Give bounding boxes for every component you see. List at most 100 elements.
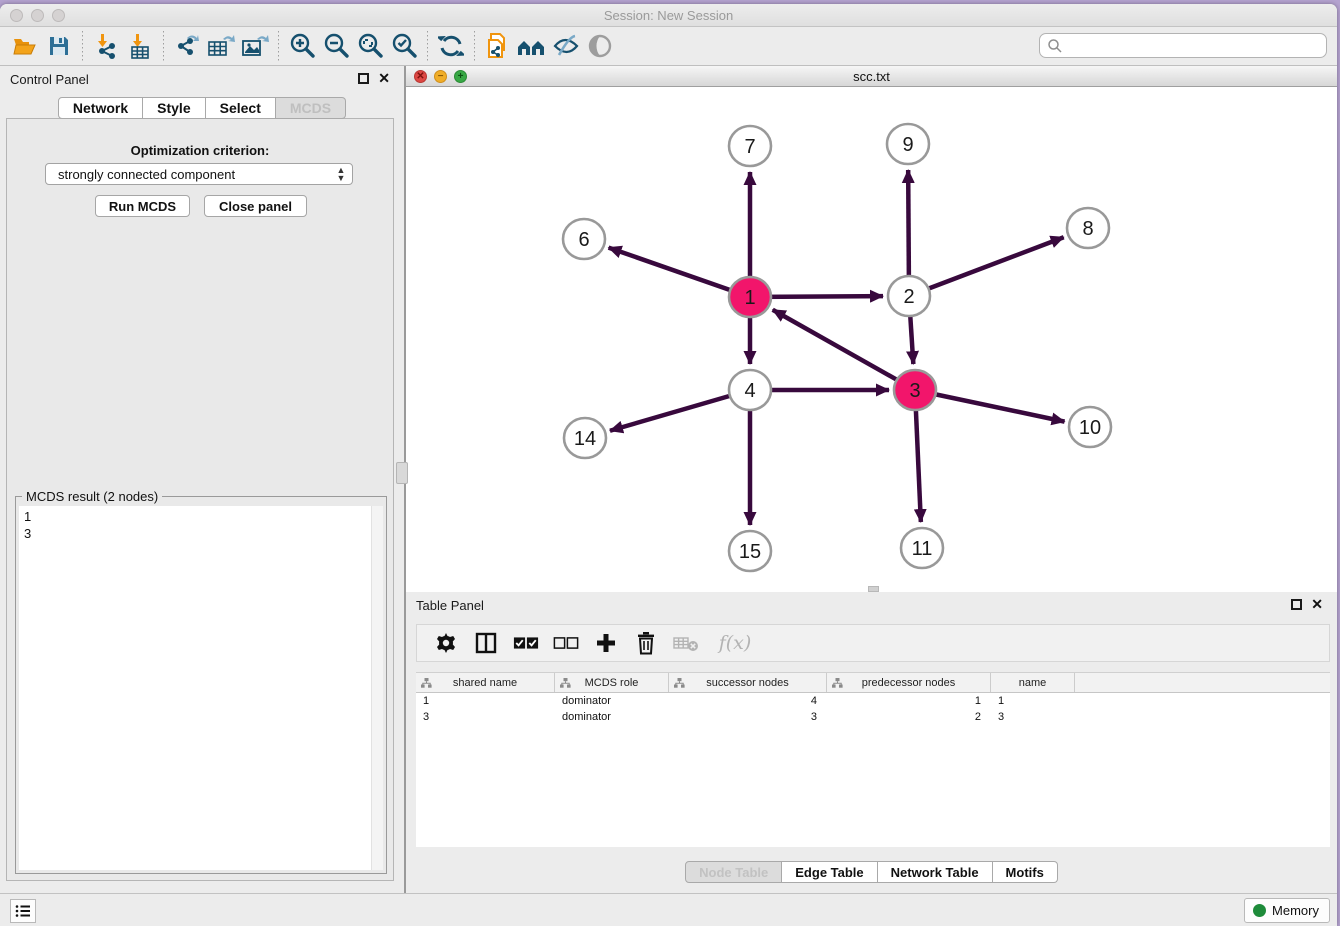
memory-status-icon xyxy=(1253,904,1266,917)
app-window: Session: New Session xyxy=(0,4,1337,926)
column-type-icon xyxy=(832,678,843,688)
apply-layout-button[interactable] xyxy=(434,30,468,62)
zoom-fit-button[interactable] xyxy=(353,30,387,62)
function-builder-button[interactable]: f(x) xyxy=(713,630,757,656)
table-row[interactable]: 3dominator323 xyxy=(416,709,1330,725)
column-header-shared-name[interactable]: shared name xyxy=(416,673,555,692)
node-10[interactable]: 10 xyxy=(1069,407,1111,447)
criterion-select[interactable]: strongly connected component ▲▼ xyxy=(45,163,353,185)
delete-row-button[interactable] xyxy=(633,630,659,656)
export-image-button[interactable] xyxy=(238,30,272,62)
delete-table-button[interactable] xyxy=(673,630,699,656)
node-9[interactable]: 9 xyxy=(887,124,929,164)
node-2[interactable]: 2 xyxy=(888,276,930,316)
column-header-MCDS-role[interactable]: MCDS role xyxy=(555,673,669,692)
toolbar-divider xyxy=(163,31,164,61)
edge-3-1[interactable] xyxy=(773,310,915,390)
add-row-button[interactable] xyxy=(593,630,619,656)
node-8[interactable]: 8 xyxy=(1067,208,1109,248)
task-history-button[interactable] xyxy=(10,899,36,923)
save-session-button[interactable] xyxy=(42,30,76,62)
save-session-icon xyxy=(47,34,71,58)
import-table-button[interactable] xyxy=(123,30,157,62)
float-panel-icon[interactable] xyxy=(358,73,369,84)
column-header-predecessor-nodes[interactable]: predecessor nodes xyxy=(827,673,991,692)
node-6[interactable]: 6 xyxy=(563,219,605,259)
export-table-button[interactable] xyxy=(204,30,238,62)
zoom-out-button[interactable] xyxy=(319,30,353,62)
close-panel-icon[interactable]: ✕ xyxy=(378,72,390,85)
table-cell[interactable]: 3 xyxy=(669,709,827,725)
tab-edge-table[interactable]: Edge Table xyxy=(782,861,877,883)
show-all-button[interactable] xyxy=(583,30,617,62)
node-3[interactable]: 3 xyxy=(894,370,936,410)
select-all-button[interactable] xyxy=(513,630,539,656)
table-cell[interactable]: 3 xyxy=(416,709,555,725)
hide-selected-button[interactable] xyxy=(549,30,583,62)
zoom-in-button[interactable] xyxy=(285,30,319,62)
search-field[interactable] xyxy=(1039,33,1327,58)
node-1[interactable]: 1 xyxy=(729,277,771,317)
settings-gear-icon xyxy=(435,632,457,654)
node-14[interactable]: 14 xyxy=(564,418,606,458)
node-11[interactable]: 11 xyxy=(901,528,943,568)
column-visibility-button[interactable] xyxy=(473,630,499,656)
network-frame: ✕ − + scc.txt 7968124314101511 xyxy=(406,66,1337,592)
table-cell[interactable]: 1 xyxy=(827,693,991,709)
copy-network-button[interactable] xyxy=(481,30,515,62)
result-scrollbar[interactable] xyxy=(371,506,383,870)
edge-2-8[interactable] xyxy=(909,237,1064,296)
tab-network[interactable]: Network xyxy=(58,97,143,119)
export-network-button[interactable] xyxy=(170,30,204,62)
table-row[interactable]: 1dominator411 xyxy=(416,693,1330,709)
column-label: MCDS role xyxy=(585,677,639,689)
table-cell[interactable]: 1 xyxy=(991,693,1075,709)
node-15[interactable]: 15 xyxy=(729,531,771,571)
show-all-icon xyxy=(586,32,614,60)
column-label: name xyxy=(1019,677,1047,689)
edge-3-10[interactable] xyxy=(915,390,1065,422)
tab-mcds[interactable]: MCDS xyxy=(276,97,346,119)
column-header-successor-nodes[interactable]: successor nodes xyxy=(669,673,827,692)
tab-style[interactable]: Style xyxy=(143,97,205,119)
node-7[interactable]: 7 xyxy=(729,126,771,166)
search-input[interactable] xyxy=(1063,38,1326,53)
combo-stepper-icon: ▲▼ xyxy=(334,166,352,182)
run-mcds-button[interactable]: Run MCDS xyxy=(95,195,190,217)
node-table[interactable]: shared name MCDS role successor nodesprede… xyxy=(416,672,1330,847)
deselect-all-button[interactable] xyxy=(553,630,579,656)
column-header-name[interactable]: name xyxy=(991,673,1075,692)
network-canvas[interactable]: 7 9 6 8 1 2 4 3 14 10 15 11 xyxy=(406,87,1337,592)
tab-select[interactable]: Select xyxy=(206,97,276,119)
node-label: 15 xyxy=(739,541,761,563)
memory-button[interactable]: Memory xyxy=(1244,898,1330,923)
first-neighbors-button[interactable] xyxy=(515,30,549,62)
settings-gear-button[interactable] xyxy=(433,630,459,656)
panel-splitter-grip[interactable] xyxy=(396,462,408,484)
node-4[interactable]: 4 xyxy=(729,370,771,410)
mcds-result-list[interactable]: 13 xyxy=(19,506,383,870)
tab-motifs[interactable]: Motifs xyxy=(993,861,1058,883)
tab-network-table[interactable]: Network Table xyxy=(878,861,993,883)
network-graph[interactable]: 7 9 6 8 1 2 4 3 14 10 15 11 xyxy=(406,87,1337,592)
toolbar-divider xyxy=(82,31,83,61)
table-cell[interactable]: 3 xyxy=(991,709,1075,725)
table-cell[interactable]: 4 xyxy=(669,693,827,709)
table-cell[interactable]: dominator xyxy=(555,709,669,725)
node-label: 8 xyxy=(1082,218,1093,240)
table-cell[interactable]: 1 xyxy=(416,693,555,709)
control-panel-header: Control Panel ✕ xyxy=(0,68,404,90)
close-table-panel-icon[interactable]: ✕ xyxy=(1311,598,1323,611)
zoom-selected-button[interactable] xyxy=(387,30,421,62)
delete-table-icon xyxy=(673,634,699,652)
toolbar-divider xyxy=(278,31,279,61)
float-table-panel-icon[interactable] xyxy=(1291,599,1302,610)
tab-node-table[interactable]: Node Table xyxy=(685,861,782,883)
edge-1-6[interactable] xyxy=(609,248,750,297)
open-session-button[interactable] xyxy=(8,30,42,62)
table-cell[interactable]: 2 xyxy=(827,709,991,725)
table-cell[interactable]: dominator xyxy=(555,693,669,709)
close-panel-button[interactable]: Close panel xyxy=(204,195,307,217)
import-network-button[interactable] xyxy=(89,30,123,62)
search-icon xyxy=(1047,38,1063,54)
